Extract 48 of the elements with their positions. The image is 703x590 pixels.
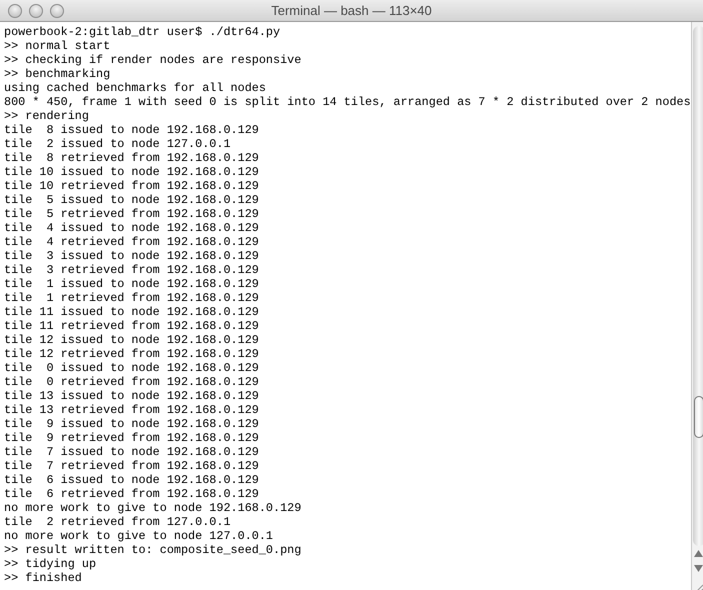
terminal-line: tile 4 retrieved from 192.168.0.129 <box>4 235 259 249</box>
terminal-line: tile 11 issued to node 192.168.0.129 <box>4 305 259 319</box>
terminal-line: tile 0 retrieved from 192.168.0.129 <box>4 375 259 389</box>
terminal-line: tile 2 issued to node 127.0.0.1 <box>4 137 231 151</box>
zoom-button[interactable] <box>50 4 64 18</box>
terminal-line: tile 1 issued to node 192.168.0.129 <box>4 277 259 291</box>
minimize-button[interactable] <box>29 4 43 18</box>
terminal-line: tile 13 issued to node 192.168.0.129 <box>4 389 259 403</box>
terminal-line: >> finished <box>4 571 82 585</box>
terminal-line: tile 12 retrieved from 192.168.0.129 <box>4 347 259 361</box>
scroll-up-icon[interactable] <box>694 550 703 557</box>
terminal-line: tile 13 retrieved from 192.168.0.129 <box>4 403 259 417</box>
scrollbar[interactable] <box>690 22 703 590</box>
terminal-line: >> normal start <box>4 39 110 53</box>
terminal-line: tile 6 retrieved from 192.168.0.129 <box>4 487 259 501</box>
terminal-line: tile 3 issued to node 192.168.0.129 <box>4 249 259 263</box>
terminal-line: tile 8 retrieved from 192.168.0.129 <box>4 151 259 165</box>
scroll-down-icon[interactable] <box>694 565 703 572</box>
terminal-line: 800 * 450, frame 1 with seed 0 is split into 14 tiles, arranged as 7 * 2 distributed over 2 nodes <box>4 95 691 109</box>
scroll-thumb[interactable] <box>694 396 703 438</box>
terminal-line: tile 7 issued to node 192.168.0.129 <box>4 445 259 459</box>
terminal-line: tile 9 retrieved from 192.168.0.129 <box>4 431 259 445</box>
terminal-line: tile 0 issued to node 192.168.0.129 <box>4 361 259 375</box>
terminal-line: >> result written to: composite_seed_0.png <box>4 543 302 557</box>
terminal-line: tile 4 issued to node 192.168.0.129 <box>4 221 259 235</box>
terminal-line: no more work to give to node 127.0.0.1 <box>4 529 274 543</box>
terminal-line: tile 5 retrieved from 192.168.0.129 <box>4 207 259 221</box>
terminal-line: tile 9 issued to node 192.168.0.129 <box>4 417 259 431</box>
terminal-line: no more work to give to node 192.168.0.129 <box>4 501 302 515</box>
terminal-line: tile 5 issued to node 192.168.0.129 <box>4 193 259 207</box>
terminal-line: tile 3 retrieved from 192.168.0.129 <box>4 263 259 277</box>
close-button[interactable] <box>8 4 22 18</box>
window-title: Terminal — bash — 113×40 <box>271 2 432 18</box>
terminal-line: tile 10 issued to node 192.168.0.129 <box>4 165 259 179</box>
terminal-line: powerbook-2:gitlab_dtr user$ ./dtr64.py <box>4 25 280 39</box>
terminal-line: tile 12 issued to node 192.168.0.129 <box>4 333 259 347</box>
terminal-line: >> rendering <box>4 109 89 123</box>
terminal-line: >> benchmarking <box>4 67 110 81</box>
terminal-line: using cached benchmarks for all nodes <box>4 81 266 95</box>
terminal-line: tile 2 retrieved from 127.0.0.1 <box>4 515 231 529</box>
terminal-line: tile 6 issued to node 192.168.0.129 <box>4 473 259 487</box>
terminal-line: tile 11 retrieved from 192.168.0.129 <box>4 319 259 333</box>
terminal-line: tile 7 retrieved from 192.168.0.129 <box>4 459 259 473</box>
terminal-line: >> tidying up <box>4 557 96 571</box>
terminal-line: tile 10 retrieved from 192.168.0.129 <box>4 179 259 193</box>
terminal-line: >> checking if render nodes are responsive <box>4 53 302 67</box>
terminal-line: tile 8 issued to node 192.168.0.129 <box>4 123 259 137</box>
terminal-line: tile 1 retrieved from 192.168.0.129 <box>4 291 259 305</box>
